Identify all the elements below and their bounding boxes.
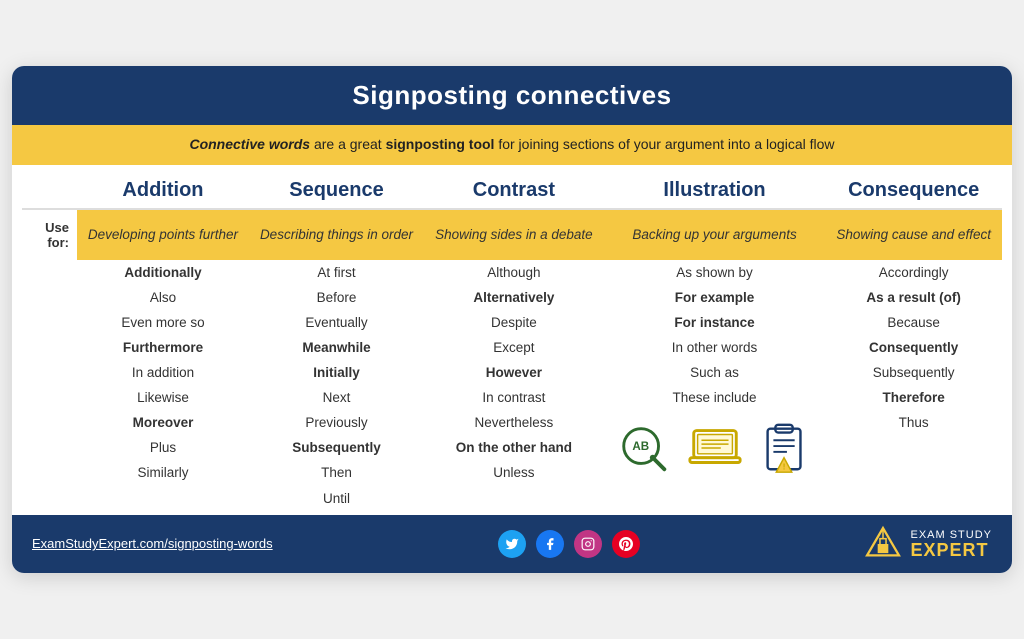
subtitle-connective: Connective words [189,136,310,152]
brand-text: EXAM STUDY EXPERT [910,529,992,559]
word-therefore: Therefore [825,385,1002,410]
table-row: Additionally At first Although As shown … [22,260,1002,285]
word-similarly: Similarly [77,460,249,485]
word-also: Also [77,285,249,310]
clipboard-icon: ! [756,419,814,477]
word-except: Except [424,335,604,360]
use-for-sequence: Describing things in order [249,209,424,260]
word-consequently: Consequently [825,335,1002,360]
col-header-sequence: Sequence [249,165,424,209]
word-these-include: These include [604,385,826,410]
word-previously: Previously [249,410,424,435]
col-label-header [22,165,77,209]
word-in-contrast: In contrast [424,385,604,410]
word-empty3 [77,486,249,511]
word-however: However [424,360,604,385]
use-for-illustration: Backing up your arguments [604,209,826,260]
word-as-a-result: As a result (of) [825,285,1002,310]
col-header-consequence: Consequence [825,165,1002,209]
subtitle-bar: Connective words are a great signposting… [12,125,1012,165]
table-row: Plus Subsequently On the other hand [22,435,1002,460]
table-row: Until [22,486,1002,511]
word-in-other-words: In other words [604,335,826,360]
ab-search-icon: AB [616,419,674,477]
illustration-icons: AB [612,415,818,481]
word-plus: Plus [77,435,249,460]
brand-bottom: EXPERT [910,541,992,559]
laptop-icon [686,419,744,477]
word-empty4 [424,486,604,511]
word-in-addition: In addition [77,360,249,385]
word-moreover: Moreover [77,410,249,435]
word-subsequently: Subsequently [825,360,1002,385]
word-such-as: Such as [604,360,826,385]
word-for-instance: For instance [604,310,826,335]
word-although: Although [424,260,604,285]
table-row: Even more so Eventually Despite For inst… [22,310,1002,335]
word-thus: Thus [825,410,1002,435]
word-despite: Despite [424,310,604,335]
main-card: Signposting connectives Connective words… [12,66,1012,573]
table-row: In addition Initially However Such as Su… [22,360,1002,385]
word-eventually: Eventually [249,310,424,335]
col-header-addition: Addition [77,165,249,209]
word-empty6 [825,486,1002,511]
word-as-shown-by: As shown by [604,260,826,285]
word-even-more-so: Even more so [77,310,249,335]
footer: ExamStudyExpert.com/signposting-words [12,515,1012,573]
brand-logo: EXAM STUDY EXPERT [864,525,992,563]
word-likewise: Likewise [77,385,249,410]
table-row: Also Before Alternatively For example As… [22,285,1002,310]
word-subsequently2: Subsequently [249,435,424,460]
word-for-example: For example [604,285,826,310]
word-before: Before [249,285,424,310]
footer-url[interactable]: ExamStudyExpert.com/signposting-words [32,536,273,551]
word-then: Then [249,460,424,485]
table-row: Furthermore Meanwhile Except In other wo… [22,335,1002,360]
twitter-icon[interactable] [498,530,526,558]
word-additionally: Additionally [77,260,249,285]
pinterest-icon[interactable] [612,530,640,558]
word-because: Because [825,310,1002,335]
word-furthermore: Furthermore [77,335,249,360]
word-accordingly: Accordingly [825,260,1002,285]
word-unless: Unless [424,460,604,485]
word-at-first: At first [249,260,424,285]
table-section: Addition Sequence Contrast Illustration … [12,165,1012,511]
svg-text:!: ! [782,461,785,471]
word-empty2 [825,460,1002,485]
page-title: Signposting connectives [12,66,1012,125]
use-for-row: Usefor: Developing points further Descri… [22,209,1002,260]
table-row: Similarly Then Unless [22,460,1002,485]
facebook-icon[interactable] [536,530,564,558]
col-header-contrast: Contrast [424,165,604,209]
use-for-addition: Developing points further [77,209,249,260]
word-until: Until [249,486,424,511]
word-next: Next [249,385,424,410]
col-header-illustration: Illustration [604,165,826,209]
use-for-contrast: Showing sides in a debate [424,209,604,260]
illustration-cell: AB [604,410,826,486]
use-for-consequence: Showing cause and effect [825,209,1002,260]
use-for-label: Usefor: [22,209,77,260]
header-row: Addition Sequence Contrast Illustration … [22,165,1002,209]
brand-logo-icon [864,525,902,563]
brand-top: EXAM STUDY [910,529,992,541]
word-meanwhile: Meanwhile [249,335,424,360]
table-row: Moreover Previously Nevertheless AB [22,410,1002,435]
instagram-icon[interactable] [574,530,602,558]
svg-text:AB: AB [632,440,649,453]
table-row: Likewise Next In contrast These include … [22,385,1002,410]
social-icons [498,530,640,558]
word-nevertheless: Nevertheless [424,410,604,435]
word-empty5 [604,486,826,511]
word-alternatively: Alternatively [424,285,604,310]
word-on-the-other-hand: On the other hand [424,435,604,460]
word-initially: Initially [249,360,424,385]
word-empty1 [825,435,1002,460]
connectives-table: Addition Sequence Contrast Illustration … [22,165,1002,511]
